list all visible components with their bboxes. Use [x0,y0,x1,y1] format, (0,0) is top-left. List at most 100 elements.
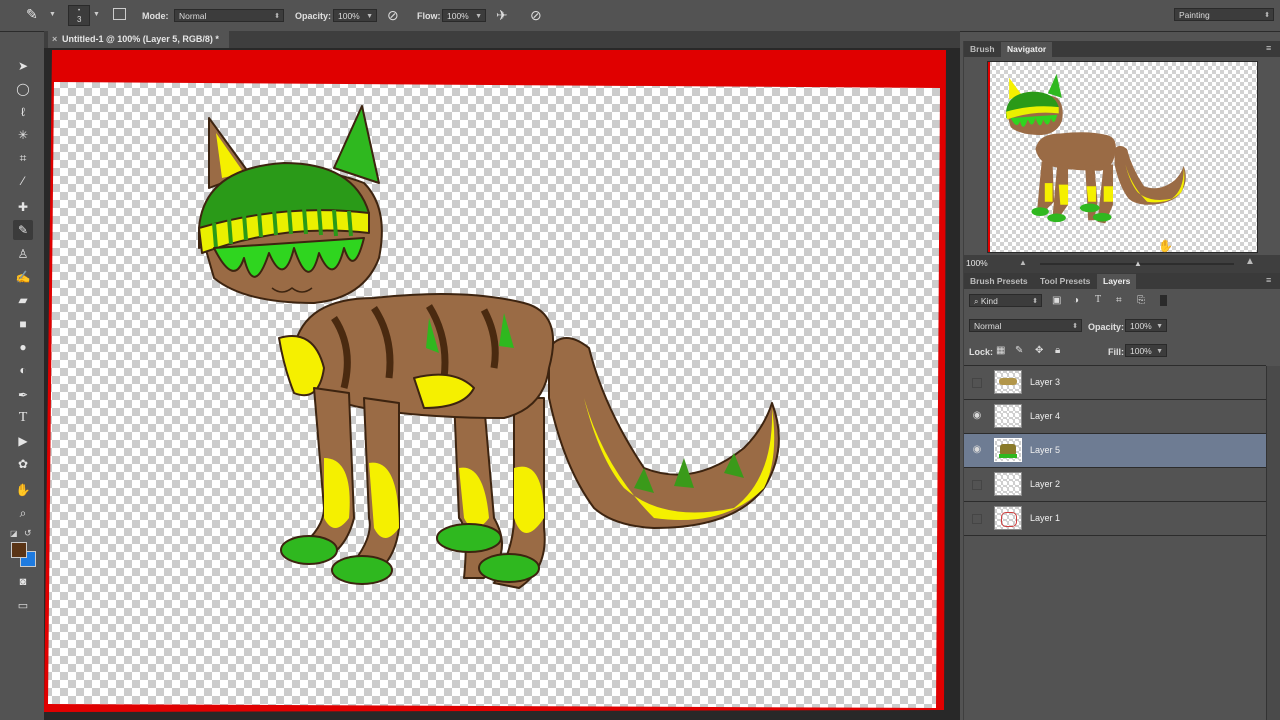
pressure-opacity-icon[interactable]: ⊘ [387,7,399,24]
spot-healing-icon[interactable]: ✚ [13,197,33,217]
opacity-value: 100% [338,11,360,21]
zoom-in-icon[interactable]: ▲ [1245,256,1255,267]
layer-row-layer-4[interactable]: ◉ Layer 4 [964,400,1266,434]
flow-value: 100% [447,11,469,21]
zoom-out-icon[interactable]: ▲ [1019,258,1027,267]
tab-brush-presets[interactable]: Brush Presets [970,274,1028,289]
screen-mode-icon[interactable]: ▭ [13,595,33,615]
layer-thumbnail [994,506,1022,530]
layer-filter-dropdown[interactable]: ⌕ Kind ⬍ [969,294,1042,307]
filter-toggle[interactable] [1160,295,1167,306]
workspace-value: Painting [1179,10,1210,20]
layer-row-layer-3[interactable]: Layer 3 [964,366,1266,400]
layer-opacity-label: Opacity: [1088,322,1125,332]
brush-size-arrow-icon[interactable]: ▼ [93,11,100,18]
navigator-slider-thumb[interactable]: ▲ [1134,259,1142,268]
type-icon[interactable]: T [13,408,33,428]
gradient-icon[interactable]: ■ [13,314,33,334]
fill-field[interactable]: 100% ▼ [1125,344,1167,357]
brush-icon[interactable]: ✎ [13,220,33,240]
navigator-thumbnail [988,62,1257,252]
path-selection-icon[interactable]: ▶ [13,431,33,451]
layer-filter-value: Kind [980,296,998,306]
close-tab-icon[interactable]: × [52,31,57,48]
workspace-switcher[interactable]: Painting ⬍ [1174,8,1274,21]
crop-icon[interactable]: ⌗ [13,148,33,168]
document-tab[interactable]: × Untitled-1 @ 100% (Layer 5, RGB/8) * [48,31,229,48]
filter-pixel-icon[interactable]: ▣ [1052,295,1061,306]
lock-pixels-icon[interactable]: ✎ [1015,345,1023,356]
layers-panel-menu-icon[interactable]: ≡ [1266,275,1271,285]
shape-icon[interactable]: ✿ [13,454,33,474]
zoom-icon[interactable]: ⌕ [13,503,33,523]
opacity-label: Opacity: [295,11,332,21]
pen-icon[interactable]: ✒ [13,385,33,405]
filter-smart-object-icon[interactable]: ⎘ [1137,295,1145,306]
layer-row-layer-2[interactable]: Layer 2 [964,468,1266,502]
layer-thumbnail [994,370,1022,394]
fill-label: Fill: [1108,347,1124,357]
layers-scrollbar[interactable] [1266,366,1280,720]
marquee-icon[interactable]: ◯ [13,79,33,99]
layer-name: Layer 3 [1030,377,1061,387]
lock-label: Lock: [969,347,994,357]
flow-field[interactable]: 100% ▼ [442,9,486,22]
mode-dropdown[interactable]: Normal ⬍ [174,9,284,22]
layer-row-layer-5[interactable]: ◉ Layer 5 [964,434,1266,468]
airbrush-icon[interactable]: ✈ [496,7,508,24]
brush-size-value: 3 [77,15,82,24]
lock-all-icon[interactable]: 🔒︎ [1055,345,1060,356]
layer-opacity-field[interactable]: 100% ▼ [1125,319,1167,332]
flow-label: Flow: [417,11,441,21]
navigator-preview[interactable] [987,61,1258,253]
search-icon: ⌕ [974,297,979,306]
move-icon[interactable]: ➤ [13,56,33,76]
filter-shape-icon[interactable]: ⌗ [1116,295,1122,306]
visibility-toggle[interactable] [972,378,982,388]
filter-adjustment-icon[interactable]: ◑ [1073,295,1079,306]
brush-size-picker[interactable]: • 3 [68,5,90,26]
foreground-color-swatch[interactable] [11,542,27,558]
tab-layers[interactable]: Layers [1097,274,1137,289]
filter-type-icon[interactable]: T [1095,294,1101,305]
dodge-icon[interactable]: ◐ [13,360,33,380]
blend-mode-value: Normal [974,321,1002,331]
tab-brush[interactable]: Brush [970,42,995,57]
quick-mask-icon[interactable]: ◙ [13,572,33,592]
brush-preset-icon[interactable]: ✎ [26,6,38,23]
tab-navigator[interactable]: Navigator [1001,42,1053,57]
hand-icon[interactable]: ✋ [13,480,33,500]
hand-cursor-icon: ✋ [1158,239,1173,253]
eye-icon[interactable]: ◉ [972,445,982,455]
tab-tool-presets[interactable]: Tool Presets [1040,274,1090,289]
canvas-workspace[interactable] [44,48,960,720]
layer-thumbnail [994,472,1022,496]
brush-panel-toggle-icon[interactable] [113,8,126,20]
eraser-icon[interactable]: ▰ [13,290,33,310]
panel-menu-icon[interactable]: ≡ [1266,43,1271,53]
eye-icon[interactable]: ◉ [972,411,982,421]
toolbox: ➤ ◯ ℓ ✳ ⌗ ⁄ ✚ ✎ ♙ ✍ ▰ ■ ● ◐ ✒ T ▶ ✿ ✋ ⌕ … [8,48,38,620]
tool-preset-dropdown-arrow[interactable]: ▼ [49,11,56,18]
layer-name: Layer 2 [1030,479,1061,489]
navigator-zoom-value[interactable]: 100% [966,258,988,268]
lock-position-icon[interactable]: ✥ [1035,345,1043,356]
layer-name: Layer 5 [1030,445,1061,455]
clone-stamp-icon[interactable]: ♙ [13,244,33,264]
magic-wand-icon[interactable]: ✳ [13,125,33,145]
lock-transparent-icon[interactable]: ▦ [996,345,1005,356]
history-brush-icon[interactable]: ✍ [13,267,33,287]
visibility-toggle[interactable] [972,514,982,524]
visibility-toggle[interactable] [972,480,982,490]
pressure-size-icon[interactable]: ⊘ [530,7,542,24]
lasso-icon[interactable]: ℓ [13,102,33,122]
eyedropper-icon[interactable]: ⁄ [13,171,33,191]
layer-row-layer-1[interactable]: Layer 1 [964,502,1266,536]
blur-icon[interactable]: ● [13,337,33,357]
fill-value: 100% [1130,346,1152,356]
default-colors-icon[interactable]: ◪ [10,529,18,538]
blend-mode-dropdown[interactable]: Normal ⬍ [969,319,1082,332]
swap-colors-icon[interactable]: ↺ [24,528,32,539]
opacity-field[interactable]: 100% ▼ [333,9,377,22]
mode-value: Normal [179,11,207,21]
